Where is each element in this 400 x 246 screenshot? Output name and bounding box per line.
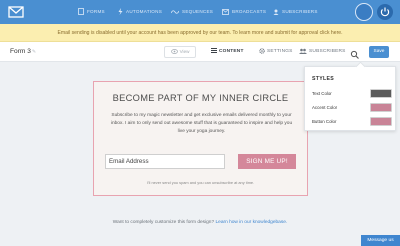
knowledgebase-link[interactable]: Learn how in our knowledgebase. <box>216 220 288 225</box>
document-icon <box>78 8 84 16</box>
tab-subscribers[interactable]: SUBSCRIBERS <box>299 42 346 62</box>
view-button-label: View <box>179 49 190 54</box>
tab-label: SUBSCRIBERS <box>309 49 346 54</box>
subscribers-icon <box>299 48 307 54</box>
nav-item-automations[interactable]: AUTOMATIONS <box>118 0 162 24</box>
form-description[interactable]: Subscribe to my magic newsletter and get… <box>110 112 293 137</box>
form-toolbar: Form 3✎ View CONTENT SETTINGS SUBSCRIBER… <box>0 42 400 62</box>
eye-icon <box>170 49 178 55</box>
nav-item-sequences[interactable]: SEQUENCES <box>170 0 214 24</box>
sequence-icon <box>170 10 180 14</box>
tab-label: SETTINGS <box>267 49 293 54</box>
lightning-icon <box>118 8 123 16</box>
tab-label: CONTENT <box>219 49 244 54</box>
power-button[interactable] <box>377 4 393 20</box>
form-title[interactable]: Form 3✎ <box>10 42 36 62</box>
form-fine-print[interactable]: I'll never send you spam and you can uns… <box>94 180 307 185</box>
styles-panel: STYLES Text Color Accent Color Button Co… <box>304 66 396 131</box>
accent-color-swatch[interactable] <box>370 103 392 112</box>
nav-item-label: SUBSCRIBERS <box>282 9 318 14</box>
nav-item-forms[interactable]: FORMS <box>78 0 105 24</box>
top-nav: FORMS AUTOMATIONS SEQUENCES BROADCASTS S… <box>0 0 400 24</box>
view-button[interactable]: View <box>164 46 196 58</box>
form-title-text: Form 3 <box>10 48 31 55</box>
tab-content[interactable]: CONTENT <box>211 42 244 62</box>
power-icon <box>380 7 390 17</box>
style-row-accent-color: Accent Color <box>312 103 392 113</box>
search-button[interactable] <box>350 47 360 59</box>
style-row-button-color: Button Color <box>312 117 392 127</box>
save-button[interactable]: Save <box>369 46 389 58</box>
nav-item-broadcasts[interactable]: BROADCASTS <box>222 0 266 24</box>
styles-panel-title: STYLES <box>312 76 334 82</box>
form-preview-card: BECOME PART OF MY INNER CIRCLE Subscribe… <box>93 81 308 196</box>
account-avatar[interactable] <box>355 3 373 21</box>
nav-item-label: BROADCASTS <box>232 9 267 14</box>
customize-note-text: Want to completely customize this form d… <box>112 220 215 225</box>
email-field[interactable]: Email Address <box>105 154 225 169</box>
style-label: Text Color <box>312 91 332 96</box>
gear-icon <box>259 47 265 54</box>
text-color-swatch[interactable] <box>370 89 392 98</box>
nav-item-subscribers[interactable]: SUBSCRIBERS <box>273 0 318 24</box>
nav-item-label: SEQUENCES <box>182 9 214 14</box>
pencil-icon[interactable]: ✎ <box>32 49 36 55</box>
tab-settings[interactable]: SETTINGS <box>259 42 293 62</box>
message-us-button[interactable]: Message us <box>361 235 400 246</box>
broadcast-icon <box>222 8 229 15</box>
style-label: Button Color <box>312 119 337 124</box>
style-label: Accent Color <box>312 105 338 110</box>
subscribers-icon <box>273 9 279 15</box>
form-headline[interactable]: BECOME PART OF MY INNER CIRCLE <box>94 93 307 103</box>
envelope-logo-icon[interactable] <box>8 4 24 20</box>
approval-alert-banner[interactable]: Email sending is disabled until your acc… <box>0 24 400 42</box>
customize-note: Want to completely customize this form d… <box>0 220 400 225</box>
content-icon <box>211 48 217 54</box>
nav-item-label: AUTOMATIONS <box>126 9 163 14</box>
style-row-text-color: Text Color <box>312 89 392 99</box>
button-color-swatch[interactable] <box>370 117 392 126</box>
search-icon <box>350 50 359 59</box>
sign-up-button[interactable]: SIGN ME UP! <box>238 154 296 169</box>
nav-item-label: FORMS <box>87 9 105 14</box>
